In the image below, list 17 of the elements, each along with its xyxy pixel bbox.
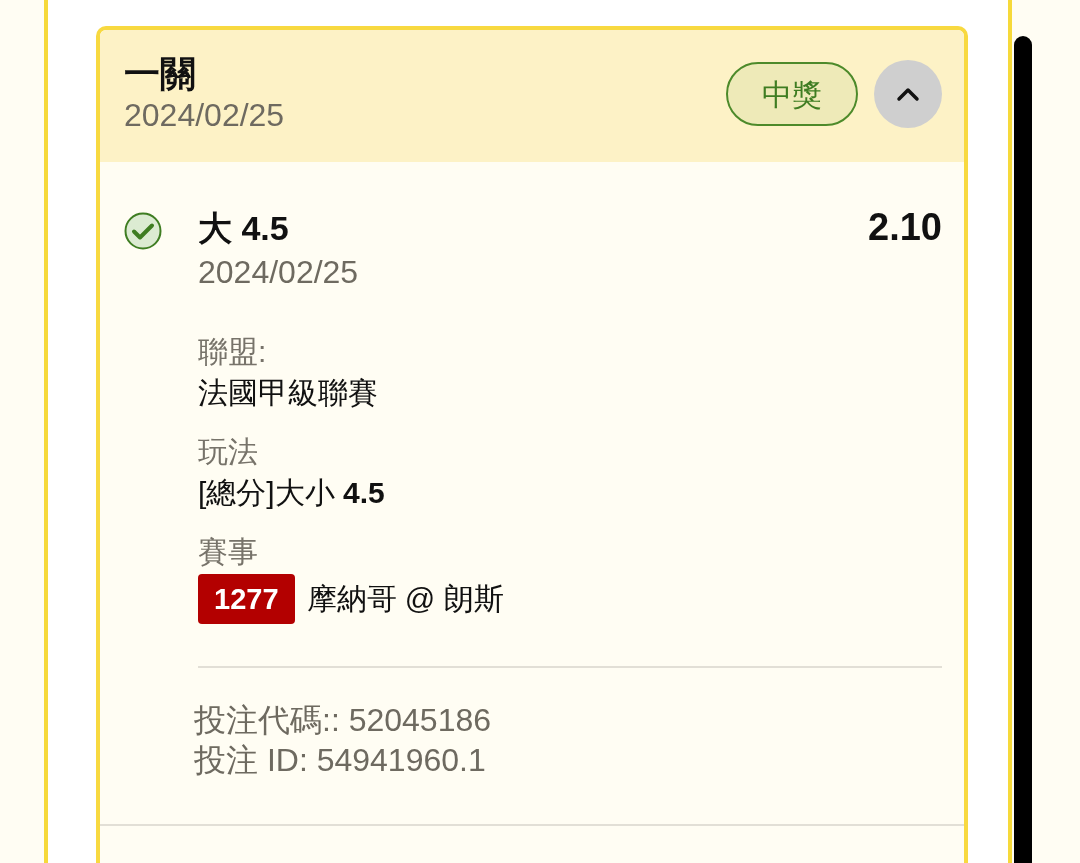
field-label: 玩法	[198, 434, 259, 470]
field-label: 賽事	[198, 534, 259, 570]
bet-type: 一關	[124, 53, 197, 95]
event-code: 1277	[198, 574, 295, 624]
selection-name: 大 4.5	[198, 208, 289, 249]
chevron-up-icon	[896, 86, 920, 102]
field-label: 聯盟:	[198, 334, 268, 370]
scrollbar[interactable]	[1014, 36, 1032, 863]
bet-date: 2024/02/25	[124, 96, 286, 135]
status-tag: 中獎	[726, 62, 858, 126]
bet-code: 投注代碼:: 52045186	[194, 701, 493, 740]
event-name: 摩納哥 @ 朗斯	[306, 581, 504, 617]
odds: 2.10	[868, 206, 942, 249]
selection-date: 2024/02/25	[198, 253, 360, 292]
bet-code: 投注 ID: 54941960.1	[194, 741, 487, 780]
field-value: [總分]大小 4.5	[198, 475, 386, 511]
field-value: 法國甲級聯賽	[198, 375, 379, 411]
